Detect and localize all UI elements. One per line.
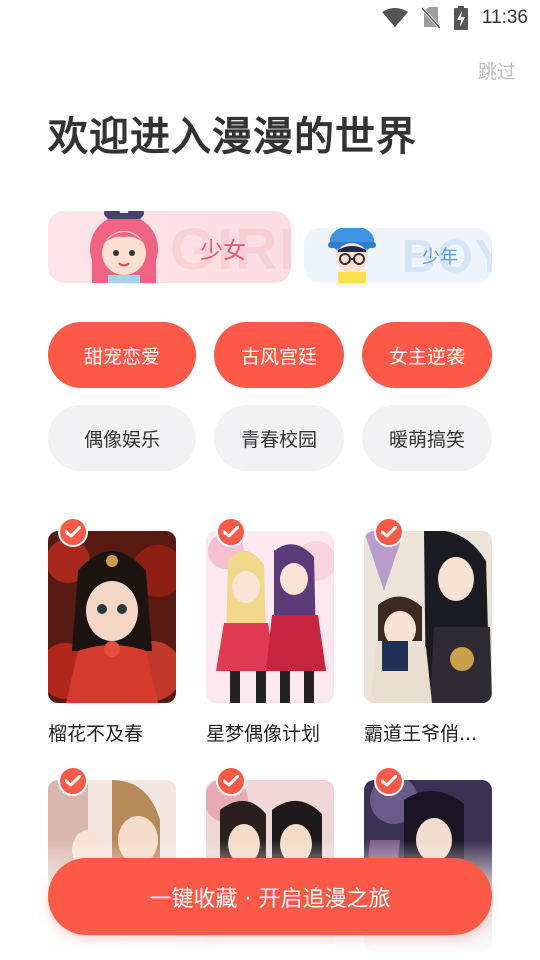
page-title: 欢迎进入漫漫的世界 <box>48 114 417 160</box>
book-cover <box>364 531 492 703</box>
check-icon[interactable] <box>216 517 246 547</box>
check-icon[interactable] <box>58 766 88 796</box>
check-icon[interactable] <box>58 517 88 547</box>
tag-ancient-palace[interactable]: 古风宫廷 <box>214 322 344 388</box>
book-cover <box>48 531 176 703</box>
tag-sweet-romance[interactable]: 甜宠恋爱 <box>48 322 196 388</box>
book-cover <box>206 531 334 703</box>
status-time: 11:36 <box>481 7 528 28</box>
skip-button[interactable]: 跳过 <box>478 57 516 84</box>
status-bar: 11:36 <box>0 0 540 36</box>
tag-youth-campus[interactable]: 青春校园 <box>214 405 344 471</box>
book-title: 霸道王爷俏... <box>364 723 478 745</box>
tag-cute-comedy[interactable]: 暖萌搞笑 <box>362 405 492 471</box>
status-icons: 11:36 <box>381 6 528 30</box>
gender-boy-label: 少年 <box>422 247 458 268</box>
gender-girl-label: 少女 <box>200 238 246 264</box>
battery-charging-icon <box>453 6 468 30</box>
check-icon[interactable] <box>374 766 404 796</box>
check-icon[interactable] <box>216 766 246 796</box>
gender-boy-card[interactable]: BOY 少年 <box>304 228 492 283</box>
tag-heroine-comeback[interactable]: 女主逆袭 <box>362 322 492 388</box>
wifi-icon <box>381 8 408 27</box>
book-title: 星梦偶像计划 <box>206 723 321 745</box>
no-sim-icon <box>421 7 440 29</box>
book-title: 榴花不及春 <box>48 723 144 745</box>
girl-avatar-icon <box>90 211 158 283</box>
tag-idol-entertainment[interactable]: 偶像娱乐 <box>48 405 196 471</box>
check-icon[interactable] <box>374 517 404 547</box>
boy-avatar-icon <box>328 228 376 283</box>
collect-all-button[interactable]: 一键收藏 · 开启追漫之旅 <box>48 858 492 935</box>
gender-girl-card[interactable]: GIRL 少女 <box>48 211 291 283</box>
